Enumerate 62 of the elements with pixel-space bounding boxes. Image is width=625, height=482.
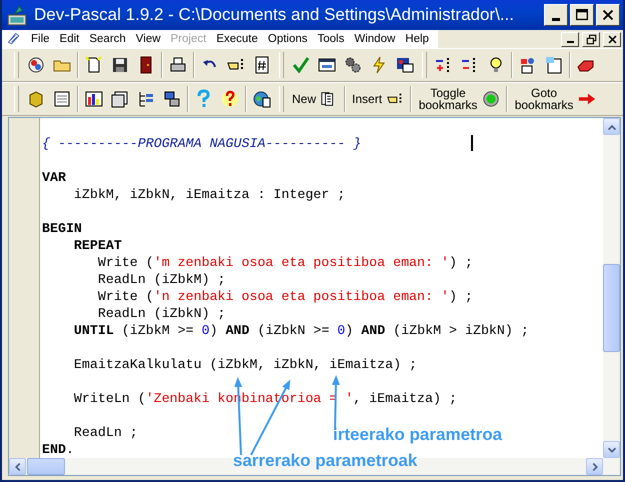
code-line: EmaitzaKalkulatu (iZbkM, iZbkN, iEmaitza) ; [72, 356, 418, 373]
menu-item[interactable]: File [26, 33, 55, 45]
menu-item[interactable]: Help [400, 33, 434, 45]
app-icon [6, 4, 28, 26]
code-line: Write ('n zenbaki osoa eta positiboa eman: ') ; [96, 288, 473, 305]
annotation-label: irteerako parametroa [333, 425, 502, 445]
code-line: ReadLn ; [72, 424, 138, 441]
code-line: UNTIL (iZbkM >= 0) AND (iZbkN >= 0) AND (iZbkM > iZbkN) ; [72, 322, 529, 339]
close-button[interactable] [603, 32, 621, 46]
code-line: END. [42, 441, 74, 458]
close-button[interactable] [596, 4, 620, 26]
menu-item[interactable]: View [130, 33, 166, 45]
scroll-down-button[interactable] [603, 441, 620, 458]
check-icon[interactable] [291, 55, 311, 75]
gears-icon[interactable] [343, 55, 363, 75]
scroll-left-button[interactable] [9, 458, 26, 475]
scroll-right-button[interactable] [586, 458, 603, 475]
notepad-icon[interactable] [52, 89, 72, 109]
code-line: VAR [42, 169, 66, 186]
scroll-up-button[interactable] [603, 118, 620, 135]
minimize-button[interactable] [544, 4, 568, 26]
restore-button[interactable] [582, 32, 600, 46]
globe-icon[interactable] [252, 89, 272, 109]
menu-item[interactable]: Window [349, 33, 400, 45]
window-title: Dev-Pascal 1.9.2 - C:\Documents and Settings\Administrador\... [34, 5, 515, 25]
document-icon[interactable] [544, 55, 564, 75]
code-line: { ----------PROGRAMA NAGUSIA---------- } [42, 135, 362, 152]
toolbar-button[interactable]: New [288, 85, 342, 113]
close-icon [606, 32, 618, 46]
menu-item[interactable]: Options [262, 33, 313, 45]
menu-item[interactable]: Tools [312, 33, 350, 45]
menu-item[interactable]: Execute [211, 33, 263, 45]
restore-icon [584, 32, 598, 46]
minimize-icon [566, 40, 574, 42]
menu-item[interactable]: Edit [54, 33, 84, 45]
annotation-label: sarrerako parametroak [233, 451, 418, 471]
help-icon[interactable] [220, 89, 240, 109]
chart-icon[interactable] [84, 89, 104, 109]
scroll-thumb[interactable] [603, 264, 620, 352]
new-file-icon[interactable] [84, 55, 104, 75]
code-line: iZbkM, iZbkN, iEmaitza : Integer ; [72, 186, 346, 203]
menu-item[interactable]: Search [84, 33, 131, 45]
save-icon[interactable] [110, 55, 130, 75]
bookmark-lamp-icon [482, 90, 500, 108]
maximize-button[interactable] [570, 4, 594, 26]
text-cursor [471, 135, 473, 151]
scroll-thumb[interactable] [27, 458, 65, 475]
toolbar-button[interactable]: Goto bookmarks [510, 85, 600, 113]
code-line: ReadLn (iZbkN) ; [96, 305, 226, 322]
close-icon [600, 7, 616, 23]
picture-icon[interactable] [395, 55, 415, 75]
toolbar-button[interactable]: Toggle bookmarks [414, 85, 504, 113]
vertical-scrollbar[interactable] [603, 118, 620, 458]
maximize-icon [574, 7, 590, 23]
code-line: Write ('m zenbaki osoa eta positiboa eman: ') ; [96, 254, 473, 271]
minimize-button[interactable] [561, 32, 579, 46]
code-line: ReadLn (iZbkM) ; [96, 271, 226, 288]
minimize-icon [552, 18, 560, 21]
code-line: REPEAT [72, 237, 122, 254]
stacked-pages-icon[interactable] [110, 89, 130, 109]
toolbar-button[interactable]: Insert [348, 85, 408, 113]
code-line: BEGIN [42, 220, 82, 237]
